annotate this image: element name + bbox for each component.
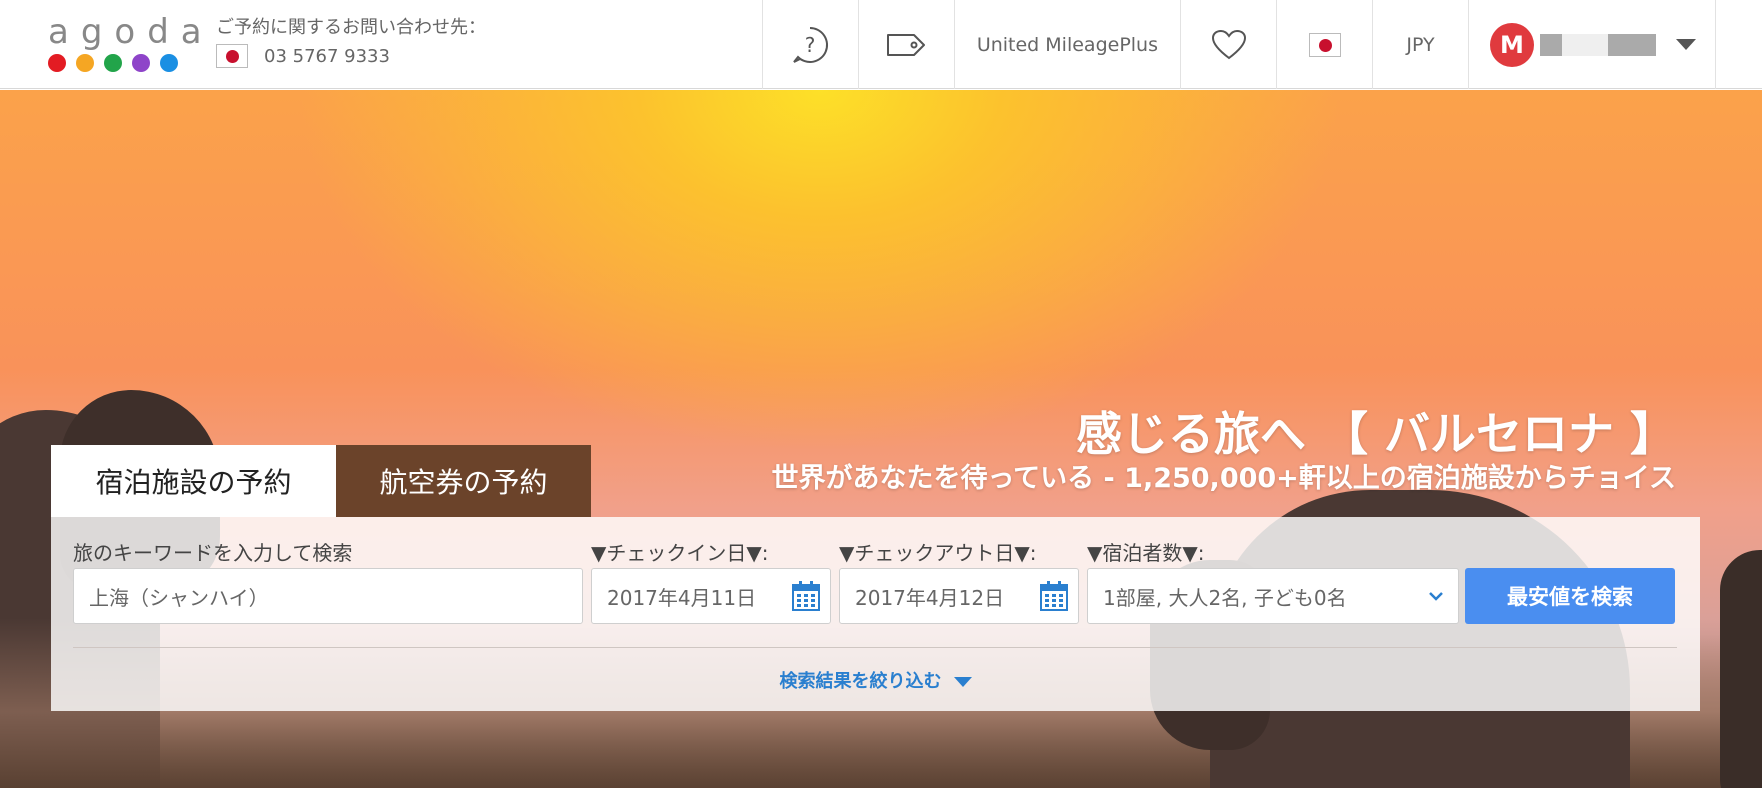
help-button[interactable]: ? <box>761 0 858 89</box>
keyword-value: 上海（シャンハイ） <box>89 585 269 610</box>
avatar: M <box>1490 22 1534 67</box>
chevron-down-icon <box>1676 39 1696 50</box>
hero-headline-block: 感じる旅へ 【 バルセロナ 】 世界があなたを待っている - 1,250,000… <box>772 406 1677 496</box>
calendar-icon[interactable] <box>792 581 820 611</box>
deals-button[interactable] <box>857 0 954 89</box>
mileage-plus-link[interactable]: United MileagePlus <box>953 0 1180 89</box>
logo-dot <box>104 54 122 72</box>
contact-label: ご予約に関するお問い合わせ先： <box>216 17 486 38</box>
search-panel: 旅のキーワードを入力して検索 上海（シャンハイ） ▼チェックイン日▼: 2017… <box>51 517 1700 711</box>
logo-dot <box>160 54 178 72</box>
blurred-username <box>1540 33 1656 56</box>
search-lowest-price-button[interactable]: 最安値を検索 <box>1465 568 1675 624</box>
logo-dot <box>132 54 150 72</box>
contact-phone: 03 5767 9333 <box>264 45 390 67</box>
chevron-down-icon <box>953 677 972 687</box>
svg-text:?: ? <box>805 33 816 57</box>
checkin-date-field[interactable]: 2017年4月11日 <box>591 568 831 624</box>
tab-flight-booking[interactable]: 航空券の予約 <box>336 445 591 517</box>
hero-elephant <box>1720 550 1762 788</box>
language-button[interactable] <box>1276 0 1372 89</box>
guests-value: 1部屋, 大人2名, 子ども0名 <box>1103 585 1347 610</box>
tab-hotel-booking[interactable]: 宿泊施設の予約 <box>51 445 336 517</box>
chevron-down-icon <box>1429 592 1443 601</box>
calendar-icon[interactable] <box>1040 581 1068 611</box>
question-circle-icon: ? <box>793 26 829 63</box>
panel-divider <box>73 647 1677 648</box>
keyword-label: 旅のキーワードを入力して検索 <box>73 541 353 565</box>
hero-headline: 感じる旅へ 【 バルセロナ 】 <box>1075 407 1676 461</box>
checkout-value: 2017年4月12日 <box>855 585 1005 610</box>
checkout-label: ▼チェックアウト日▼: <box>839 541 1037 565</box>
guests-select[interactable]: 1部屋, 大人2名, 子ども0名 <box>1087 568 1459 624</box>
favorites-button[interactable] <box>1180 0 1276 89</box>
agoda-logo[interactable]: agoda <box>48 12 214 74</box>
top-header: agoda ご予約に関するお問い合わせ先： 03 5767 9333 ? Uni… <box>0 0 1762 89</box>
heart-icon <box>1211 29 1246 59</box>
logo-dot <box>76 54 94 72</box>
logo-text: agoda <box>48 12 214 52</box>
header-nav: ? United MileagePlus JPY M <box>761 0 1716 89</box>
checkout-date-field[interactable]: 2017年4月12日 <box>839 568 1079 624</box>
japan-flag-icon <box>1308 32 1341 57</box>
japan-flag-icon <box>216 44 248 68</box>
contact-info: ご予約に関するお問い合わせ先： 03 5767 9333 <box>216 16 486 68</box>
currency-button[interactable]: JPY <box>1372 0 1468 89</box>
logo-dot <box>48 54 66 72</box>
checkin-value: 2017年4月11日 <box>607 585 757 610</box>
hero-subheadline: 世界があなたを待っている - 1,250,000+軒以上の宿泊施設からチョイス <box>771 463 1677 494</box>
checkin-label: ▼チェックイン日▼: <box>591 541 769 565</box>
guests-label: ▼宿泊者数▼: <box>1087 541 1205 565</box>
refine-label: 検索結果を絞り込む <box>779 671 942 692</box>
refine-results-toggle[interactable]: 検索結果を絞り込む <box>51 667 1700 693</box>
logo-dots <box>48 54 188 72</box>
account-menu[interactable]: M <box>1468 0 1716 89</box>
price-tag-icon <box>887 33 926 56</box>
keyword-input[interactable]: 上海（シャンハイ） <box>73 568 583 624</box>
